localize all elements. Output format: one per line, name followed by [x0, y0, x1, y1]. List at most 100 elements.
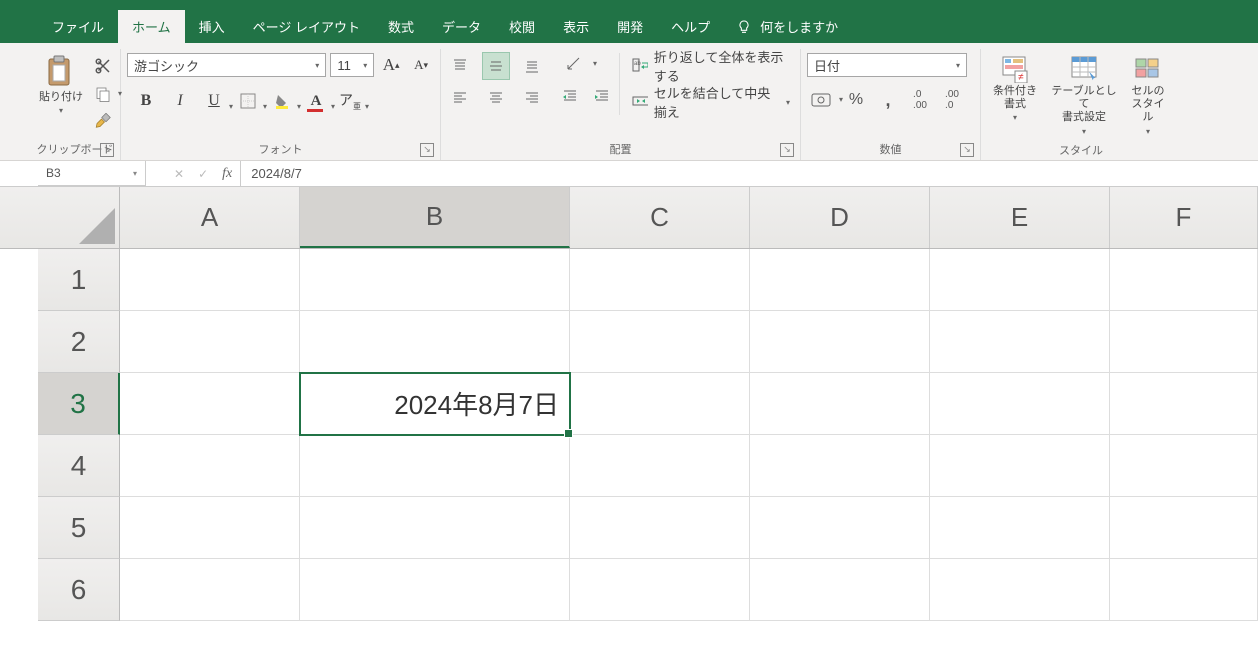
phonetic-button[interactable]: ア亜 ▾ [337, 89, 363, 113]
cell-E2[interactable] [930, 311, 1110, 373]
alignment-launcher[interactable]: ↘ [780, 143, 794, 157]
cell-styles-button[interactable]: セルの スタイル ▾ [1125, 53, 1171, 138]
accounting-format-button[interactable]: ▾ [807, 89, 835, 111]
tab-file[interactable]: ファイル [38, 10, 118, 43]
tab-page-layout[interactable]: ページ レイアウト [239, 10, 374, 43]
clipboard-launcher[interactable]: ↘ [100, 143, 114, 157]
cell-E3[interactable] [930, 373, 1110, 435]
borders-button[interactable]: ▾ [235, 89, 261, 113]
cell-A6[interactable] [120, 559, 300, 621]
enter-formula-button[interactable]: ✓ [198, 167, 208, 181]
align-top-button[interactable] [447, 53, 473, 79]
bold-button[interactable]: B [133, 89, 159, 113]
increase-indent-button[interactable] [591, 85, 613, 107]
align-center-button[interactable] [483, 85, 509, 111]
copy-button[interactable]: ▾ [92, 83, 114, 105]
align-right-button[interactable] [519, 85, 545, 111]
cut-button[interactable] [92, 55, 114, 77]
font-size-selector[interactable]: 11 ▾ [330, 53, 374, 77]
tab-help[interactable]: ヘルプ [657, 10, 724, 43]
cell-B5[interactable] [300, 497, 570, 559]
increase-font-button[interactable]: A▴ [378, 53, 404, 77]
tab-review[interactable]: 校閲 [495, 10, 549, 43]
cell-D6[interactable] [750, 559, 930, 621]
column-header-C[interactable]: C [570, 187, 750, 248]
formula-input[interactable]: 2024/8/7 [241, 161, 1258, 186]
cell-E6[interactable] [930, 559, 1110, 621]
cell-C1[interactable] [570, 249, 750, 311]
cell-D1[interactable] [750, 249, 930, 311]
comma-button[interactable]: , [877, 89, 899, 111]
italic-button[interactable]: I [167, 89, 193, 113]
cell-B3[interactable]: 2024年8月7日 [300, 373, 570, 435]
font-name-selector[interactable]: 游ゴシック ▾ [127, 53, 326, 77]
row-header-4[interactable]: 4 [38, 435, 120, 497]
cell-A5[interactable] [120, 497, 300, 559]
font-launcher[interactable]: ↘ [420, 143, 434, 157]
row-header-1[interactable]: 1 [38, 249, 120, 311]
cell-C6[interactable] [570, 559, 750, 621]
row-header-6[interactable]: 6 [38, 559, 120, 621]
cell-F4[interactable] [1110, 435, 1258, 497]
tab-insert[interactable]: 挿入 [185, 10, 239, 43]
underline-button[interactable]: U▾ [201, 89, 227, 113]
cancel-formula-button[interactable]: ✕ [174, 167, 184, 181]
number-format-selector[interactable]: 日付 ▾ [807, 53, 967, 77]
fill-color-button[interactable]: ▾ [269, 89, 295, 113]
decrease-font-button[interactable]: A▾ [408, 53, 434, 77]
number-launcher[interactable]: ↘ [960, 143, 974, 157]
cell-A4[interactable] [120, 435, 300, 497]
cell-A3[interactable] [120, 373, 300, 435]
row-header-2[interactable]: 2 [38, 311, 120, 373]
cell-A2[interactable] [120, 311, 300, 373]
insert-function-button[interactable]: fx [222, 166, 232, 182]
column-header-F[interactable]: F [1110, 187, 1258, 248]
format-as-table-button[interactable]: テーブルとして 書式設定 ▾ [1049, 53, 1119, 138]
cell-A1[interactable] [120, 249, 300, 311]
cell-C5[interactable] [570, 497, 750, 559]
align-left-button[interactable] [447, 85, 473, 111]
cell-C4[interactable] [570, 435, 750, 497]
increase-decimal-button[interactable]: .0.00 [909, 89, 931, 111]
cell-B2[interactable] [300, 311, 570, 373]
paste-button[interactable]: 貼り付け ▾ [36, 53, 86, 118]
align-middle-button[interactable] [483, 53, 509, 79]
conditional-format-button[interactable]: ≠ 条件付き 書式 ▾ [987, 53, 1043, 125]
wrap-text-button[interactable]: ab 折り返して全体を表示する [628, 53, 794, 79]
select-all-corner[interactable] [38, 187, 120, 248]
column-header-A[interactable]: A [120, 187, 300, 248]
cell-B1[interactable] [300, 249, 570, 311]
align-bottom-button[interactable] [519, 53, 545, 79]
name-box[interactable]: B3 ▾ [38, 161, 146, 186]
tell-me-search[interactable]: 何をしますか [724, 11, 850, 43]
cell-F6[interactable] [1110, 559, 1258, 621]
tab-view[interactable]: 表示 [549, 10, 603, 43]
percent-button[interactable]: % [845, 89, 867, 111]
cell-E1[interactable] [930, 249, 1110, 311]
cell-C2[interactable] [570, 311, 750, 373]
row-header-5[interactable]: 5 [38, 497, 120, 559]
cell-B4[interactable] [300, 435, 570, 497]
column-header-E[interactable]: E [930, 187, 1110, 248]
format-painter-button[interactable] [92, 111, 114, 133]
decrease-decimal-button[interactable]: .00.0 [941, 89, 963, 111]
cell-D4[interactable] [750, 435, 930, 497]
cell-F1[interactable] [1110, 249, 1258, 311]
cell-F3[interactable] [1110, 373, 1258, 435]
tab-data[interactable]: データ [428, 10, 495, 43]
font-color-button[interactable]: A ▾ [303, 89, 329, 113]
cell-C3[interactable] [570, 373, 750, 435]
orientation-button[interactable]: ▾ [559, 53, 589, 75]
decrease-indent-button[interactable] [559, 85, 581, 107]
merge-center-button[interactable]: セルを結合して中央揃え ▾ [628, 89, 794, 115]
cell-D3[interactable] [750, 373, 930, 435]
cell-F2[interactable] [1110, 311, 1258, 373]
cell-E5[interactable] [930, 497, 1110, 559]
cell-F5[interactable] [1110, 497, 1258, 559]
row-header-3[interactable]: 3 [38, 373, 120, 435]
column-header-B[interactable]: B [300, 187, 570, 248]
cell-D2[interactable] [750, 311, 930, 373]
tab-home[interactable]: ホーム [118, 10, 185, 43]
tab-formulas[interactable]: 数式 [374, 10, 428, 43]
cell-B6[interactable] [300, 559, 570, 621]
